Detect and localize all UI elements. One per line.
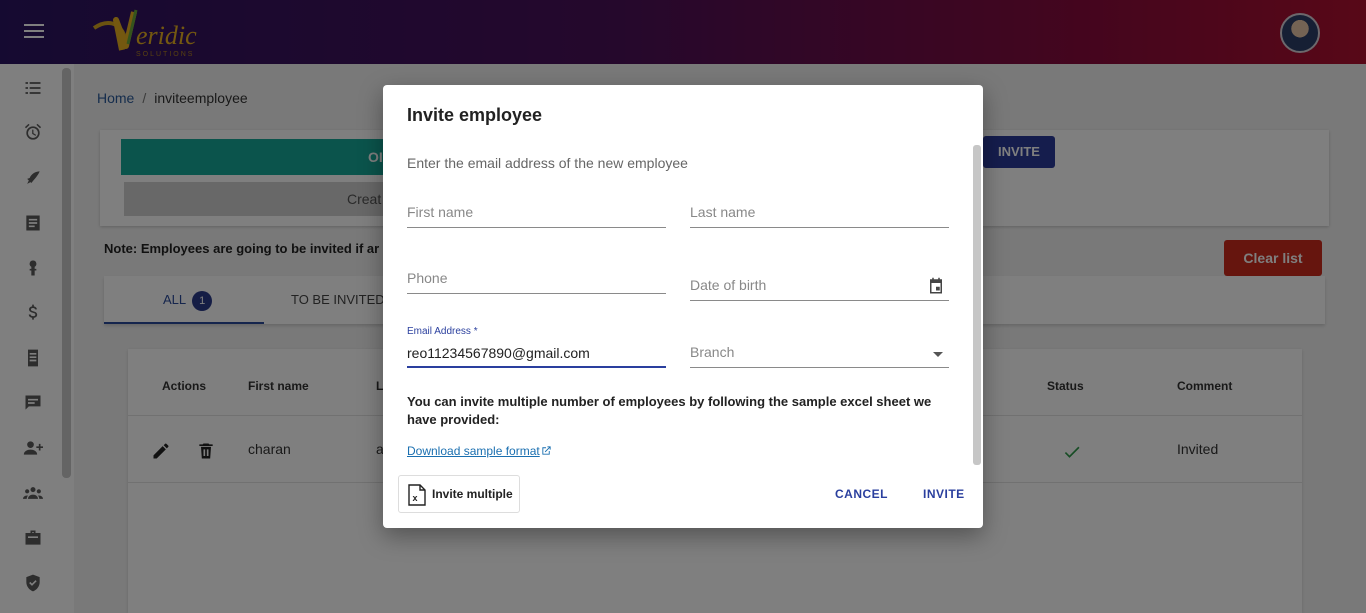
cancel-button[interactable]: CANCEL — [835, 487, 888, 501]
invite-button[interactable]: INVITE — [923, 487, 965, 501]
invite-multiple-label: Invite multiple — [432, 487, 513, 501]
dialog-title: Invite employee — [407, 105, 543, 125]
external-link-icon — [541, 445, 552, 456]
first-name-placeholder: First name — [407, 204, 474, 220]
email-label: Email Address * — [407, 326, 478, 337]
dialog-subtitle: Enter the email address of the new emplo… — [407, 155, 688, 171]
dialog-scrollbar[interactable] — [973, 145, 981, 465]
first-name-field[interactable]: First name — [407, 198, 666, 228]
date-of-birth-placeholder: Date of birth — [690, 277, 767, 293]
calendar-icon[interactable] — [927, 277, 945, 295]
download-sample-link[interactable]: Download sample format — [407, 444, 552, 458]
phone-placeholder: Phone — [407, 270, 448, 286]
branch-placeholder: Branch — [690, 344, 735, 360]
invite-multiple-button[interactable]: x Invite multiple — [398, 475, 520, 513]
date-of-birth-field[interactable]: Date of birth — [690, 271, 949, 301]
svg-text:x: x — [413, 493, 418, 503]
phone-field[interactable]: Phone — [407, 264, 666, 294]
excel-file-icon: x — [408, 484, 426, 506]
branch-select[interactable]: Branch — [690, 338, 949, 368]
dropdown-arrow-icon — [933, 352, 943, 357]
download-sample-label: Download sample format — [407, 444, 540, 458]
invite-employee-dialog: Invite employee Enter the email address … — [383, 85, 983, 528]
multi-invite-note: You can invite multiple number of employ… — [407, 394, 932, 427]
email-field[interactable]: reo11234567890@gmail.com — [407, 341, 666, 368]
last-name-field[interactable]: Last name — [690, 198, 949, 228]
email-value: reo11234567890@gmail.com — [407, 345, 590, 361]
last-name-placeholder: Last name — [690, 204, 756, 220]
